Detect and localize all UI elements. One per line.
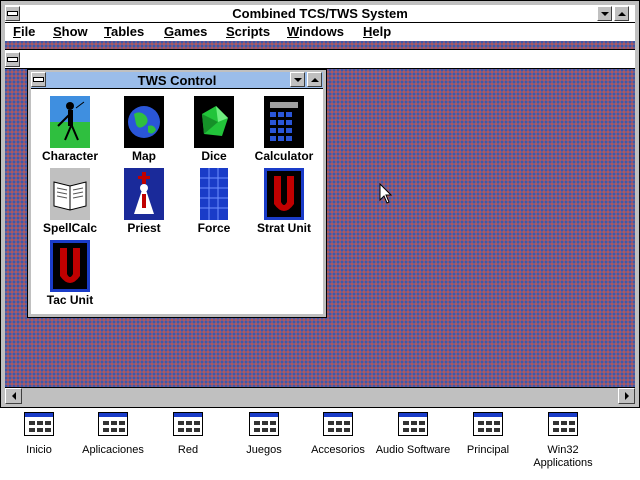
menu-scripts[interactable]: Scripts xyxy=(226,24,270,39)
arrow-right-icon xyxy=(624,392,629,400)
priest-app[interactable]: Priest xyxy=(108,168,180,235)
menu-games[interactable]: Games xyxy=(164,24,207,39)
app-label: Calculator xyxy=(254,149,314,163)
tws-control-title-bar[interactable]: TWS Control xyxy=(31,72,323,89)
map-app[interactable]: Map xyxy=(108,96,180,163)
menu-tables[interactable]: Tables xyxy=(104,24,144,39)
tws-control-window: TWS Control Character Map Dice Calculato… xyxy=(27,69,327,318)
program-group-icon xyxy=(98,412,128,436)
dice-app[interactable]: Dice xyxy=(178,96,250,163)
unit-u-icon xyxy=(264,168,304,220)
minimize-icon xyxy=(293,77,302,82)
app-label: Force xyxy=(197,221,231,235)
calculator-app[interactable]: Calculator xyxy=(248,96,320,163)
tws-minimize-button[interactable] xyxy=(290,72,305,87)
app-label: Strat Unit xyxy=(257,221,311,235)
priest-icon xyxy=(124,168,164,220)
main-window: Combined TCS/TWS System File Show Tables… xyxy=(0,0,640,408)
calculator-icon xyxy=(264,96,304,148)
app-label: Tac Unit xyxy=(46,293,94,307)
tws-control-client: Character Map Dice Calculator SpellCalc … xyxy=(31,89,323,314)
force-app[interactable]: Force xyxy=(178,168,250,235)
tac-unit-app[interactable]: Tac Unit xyxy=(34,240,106,307)
character-app[interactable]: Character xyxy=(34,96,106,163)
menu-show[interactable]: Show xyxy=(53,24,88,39)
program-group-icon xyxy=(473,412,503,436)
character-icon xyxy=(50,96,90,148)
horizontal-scrollbar[interactable] xyxy=(5,387,635,404)
maximize-button[interactable] xyxy=(614,6,629,21)
program-group-icon xyxy=(249,412,279,436)
dice-icon xyxy=(194,96,234,148)
title-bar[interactable]: Combined TCS/TWS System xyxy=(5,5,635,23)
window-title: Combined TCS/TWS System xyxy=(232,6,408,21)
arrow-left-icon xyxy=(11,392,16,400)
scroll-right-button[interactable] xyxy=(618,388,635,404)
group-win32-applications[interactable]: Win32 Applications xyxy=(517,412,609,470)
menu-file[interactable]: File xyxy=(13,24,35,39)
program-group-icon xyxy=(323,412,353,436)
group-label: Win32 Applications xyxy=(533,444,593,469)
menu-help[interactable]: Help xyxy=(363,24,391,39)
minimize-button[interactable] xyxy=(597,6,612,21)
app-label: SpellCalc xyxy=(42,221,98,235)
system-menu-icon xyxy=(7,57,18,62)
scroll-left-button[interactable] xyxy=(5,388,22,404)
program-group-icon xyxy=(173,412,203,436)
strat-unit-app[interactable]: Strat Unit xyxy=(248,168,320,235)
spellbook-icon xyxy=(50,168,90,220)
globe-icon xyxy=(124,96,164,148)
app-label: Map xyxy=(132,149,156,163)
child-system-menu-button[interactable] xyxy=(5,52,20,67)
minimized-child-bar[interactable] xyxy=(5,49,635,69)
maximize-icon xyxy=(310,77,319,82)
unit-u-icon xyxy=(50,240,90,292)
maximize-icon xyxy=(617,11,626,16)
app-label: Character xyxy=(41,149,99,163)
mouse-pointer-icon xyxy=(379,183,393,204)
force-grid-icon xyxy=(194,168,234,220)
spellcalc-app[interactable]: SpellCalc xyxy=(34,168,106,235)
menu-bar: File Show Tables Games Scripts Windows H… xyxy=(5,23,635,41)
program-group-icon xyxy=(24,412,54,436)
app-label: Priest xyxy=(127,221,161,235)
program-group-icon xyxy=(548,412,578,436)
tws-control-title: TWS Control xyxy=(137,73,217,88)
app-label: Dice xyxy=(201,149,227,163)
program-group-icon xyxy=(398,412,428,436)
menu-windows[interactable]: Windows xyxy=(287,24,344,39)
tws-maximize-button[interactable] xyxy=(307,72,322,87)
minimize-icon xyxy=(600,11,609,16)
